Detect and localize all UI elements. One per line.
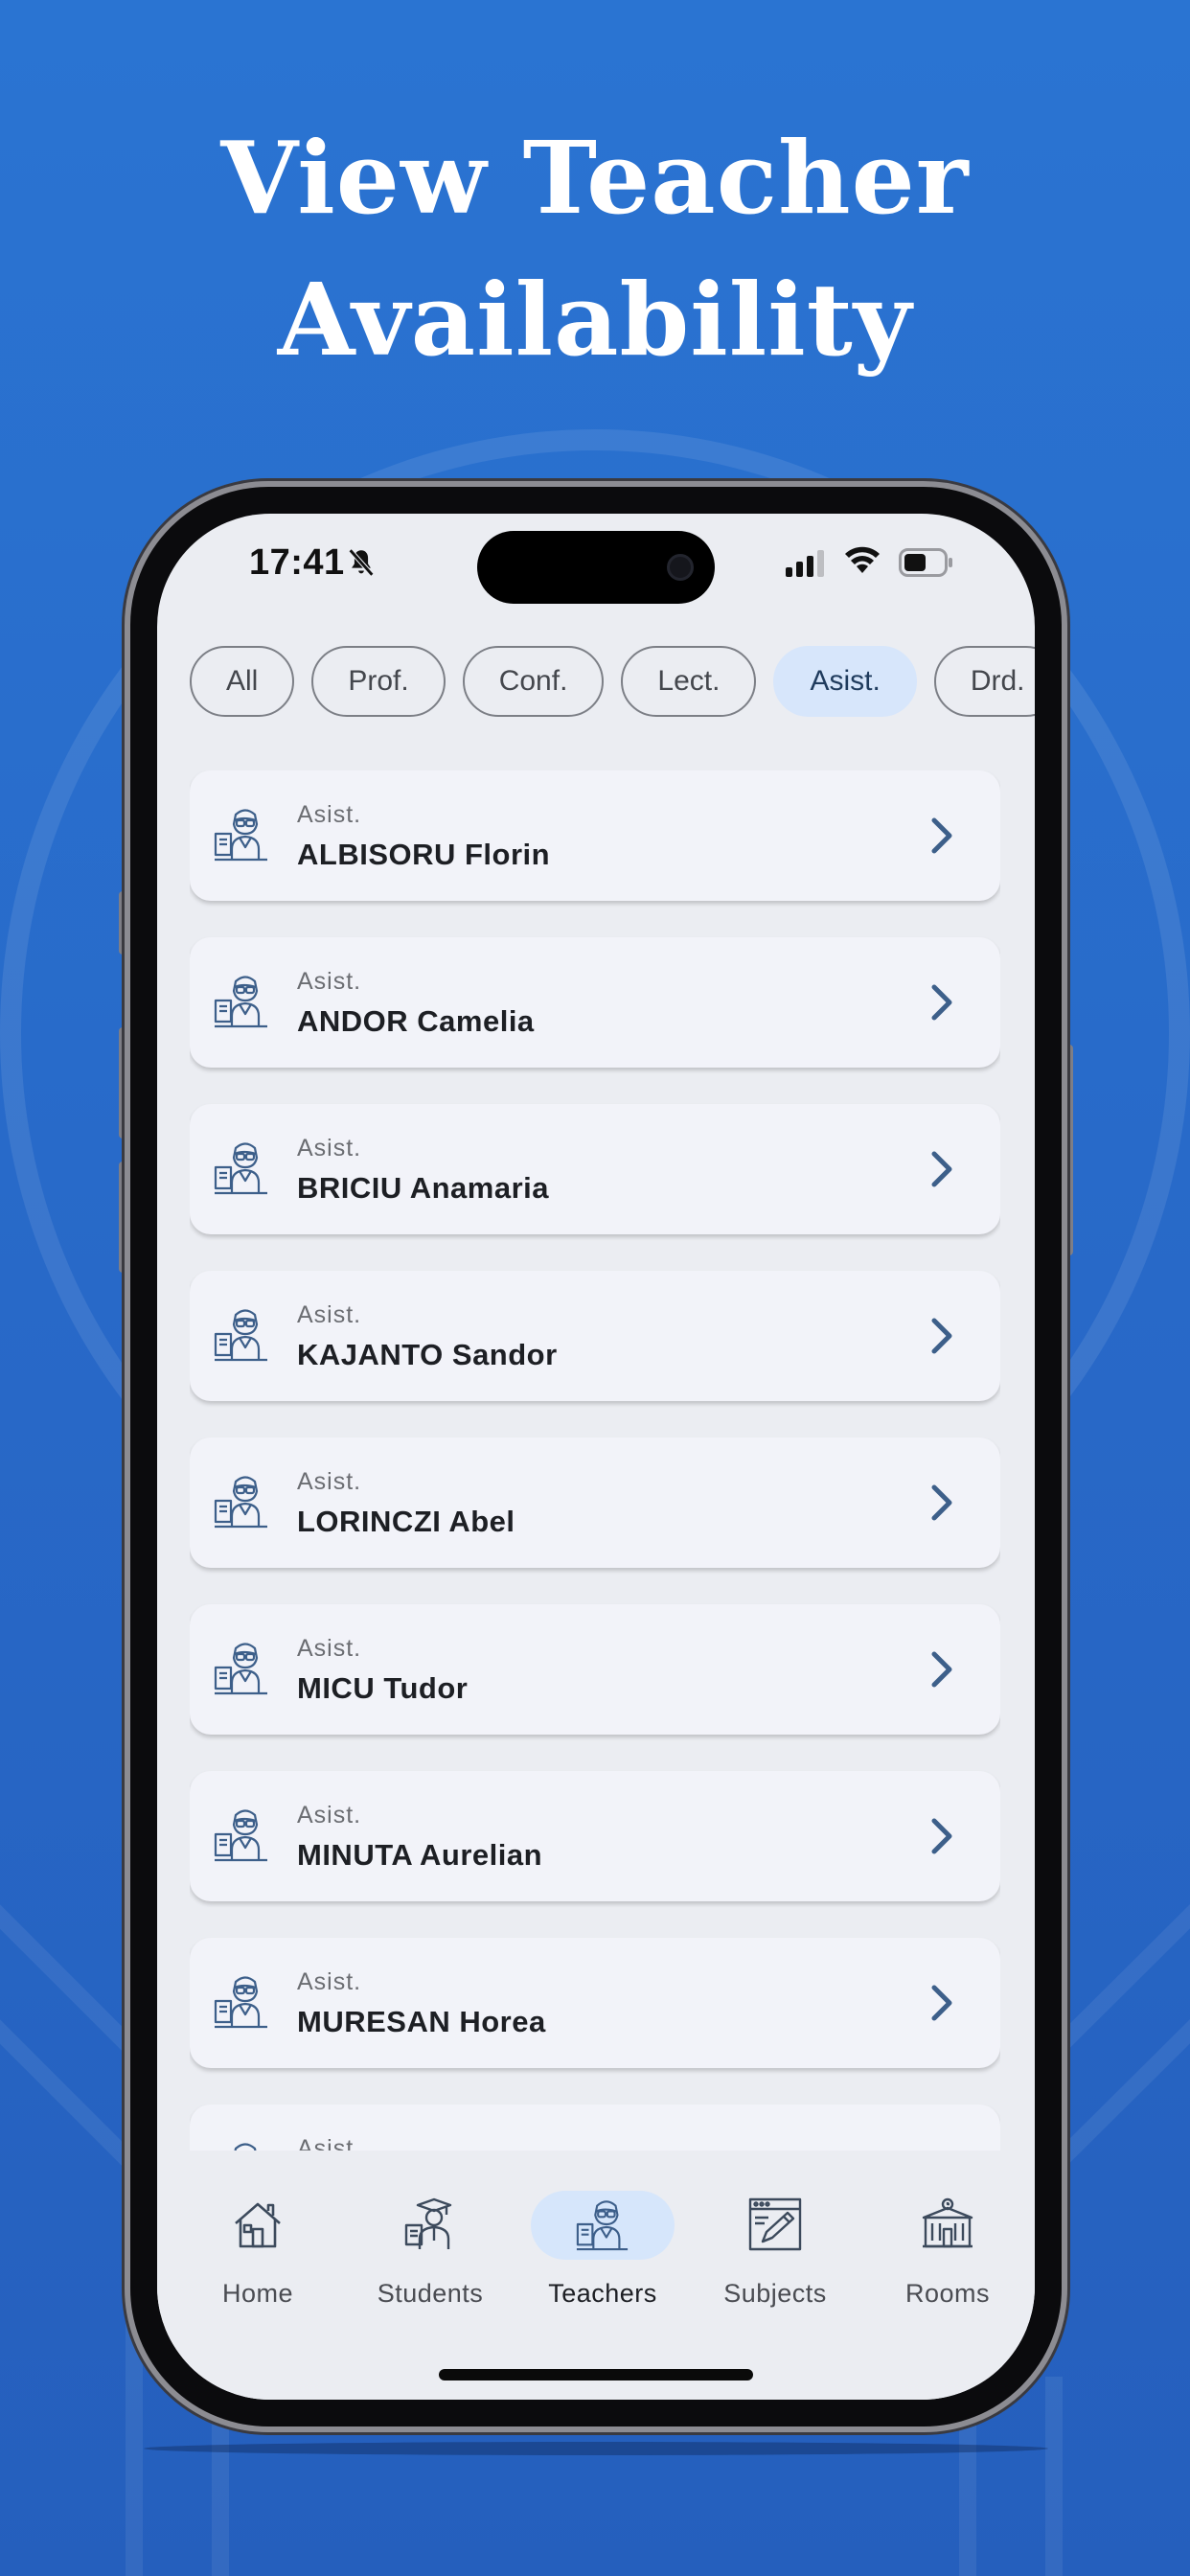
phone-screen: 17:41 AllProf.Conf.Lect.Asist.Drd. — [157, 514, 1035, 2400]
teacher-card[interactable]: Asist. LORINCZI Abel — [190, 1438, 1000, 1568]
nav-subjects-label: Subjects — [723, 2279, 827, 2308]
teacher-title: Asist. — [297, 2135, 362, 2150]
headline-line-2: Availability — [277, 261, 913, 379]
teacher-card[interactable]: Asist. — [190, 2104, 1000, 2150]
teacher-avatar-icon — [213, 809, 269, 862]
nav-teachers[interactable]: Teachers — [502, 2191, 675, 2315]
teacher-card[interactable]: Asist. ALBISORU Florin — [190, 770, 1000, 901]
teacher-avatar-icon — [213, 976, 269, 1028]
teacher-name: MICU Tudor — [297, 1671, 469, 1705]
filter-chip-conf[interactable]: Conf. — [462, 646, 605, 717]
nav-home[interactable]: Home — [157, 2191, 330, 2315]
teacher-card[interactable]: Asist. ANDOR Camelia — [190, 937, 1000, 1068]
silent-bell-icon — [348, 548, 375, 577]
teacher-title: Asist. — [297, 1468, 362, 1495]
teacher-title: Asist. — [297, 1802, 362, 1828]
nav-teachers-label: Teachers — [548, 2279, 657, 2308]
nav-rooms[interactable]: Rooms — [847, 2191, 1019, 2315]
teacher-card[interactable]: Asist. MICU Tudor — [190, 1604, 1000, 1735]
wifi-icon — [845, 546, 880, 573]
teacher-title: Asist. — [297, 1135, 362, 1162]
filter-chip-asist[interactable]: Asist. — [773, 646, 917, 717]
bottom-navigation: Home Students Teachers Subjects Rooms — [157, 2152, 1035, 2400]
nav-students[interactable]: Students — [330, 2191, 502, 2315]
teacher-title: Asist. — [297, 1635, 362, 1662]
chevron-right-icon — [931, 1151, 952, 1187]
chevron-right-icon — [931, 984, 952, 1021]
nav-students-label: Students — [377, 2279, 484, 2308]
teacher-avatar-icon — [213, 1476, 269, 1529]
cellular-signal-icon — [786, 550, 824, 577]
front-camera — [667, 554, 694, 581]
student-icon — [404, 2197, 452, 2249]
teacher-card[interactable]: Asist. BRICIU Anamaria — [190, 1104, 1000, 1234]
status-bar: 17:41 — [157, 514, 1035, 619]
teacher-title: Asist. — [297, 1301, 362, 1328]
nav-rooms-label: Rooms — [904, 2279, 991, 2308]
teacher-avatar-icon — [213, 1309, 269, 1362]
chevron-right-icon — [931, 1651, 952, 1688]
rooms-icon — [922, 2197, 973, 2248]
battery-icon — [899, 548, 952, 577]
teacher-title: Asist. — [297, 1968, 362, 1995]
teacher-avatar-icon — [213, 1976, 269, 2029]
home-indicator[interactable] — [439, 2369, 753, 2380]
filter-chip-all[interactable]: All — [190, 646, 295, 717]
chevron-right-icon — [931, 1985, 952, 2021]
teacher-card[interactable]: Asist. MINUTA Aurelian — [190, 1771, 1000, 1901]
teacher-avatar-icon — [213, 1643, 269, 1695]
home-icon — [235, 2202, 281, 2248]
teacher-name: BRICIU Anamaria — [297, 1171, 550, 1205]
nav-subjects[interactable]: Subjects — [675, 2191, 847, 2315]
teacher-avatar-icon — [213, 1809, 269, 1862]
teacher-title: Asist. — [297, 968, 362, 995]
teacher-name: ANDOR Camelia — [297, 1004, 535, 1038]
filter-chip-prof[interactable]: Prof. — [311, 646, 446, 717]
teacher-avatar-icon — [213, 1142, 269, 1195]
headline: View Teacher Availability — [0, 107, 1190, 391]
phone-shadow — [144, 2442, 1048, 2455]
chevron-right-icon — [931, 817, 952, 854]
filter-chips: All Prof. Conf. Lect. Asist. Drd. — [157, 646, 1035, 723]
chevron-right-icon — [931, 1484, 952, 1521]
teacher-title: Asist. — [297, 801, 362, 828]
status-time: 17:41 — [249, 542, 345, 583]
teacher-name: MINUTA Aurelian — [297, 1838, 543, 1872]
nav-home-label: Home — [221, 2279, 294, 2308]
filter-chip-drd[interactable]: Drd. — [933, 646, 1035, 717]
teacher-avatar-icon — [213, 2143, 269, 2150]
headline-line-1: View Teacher — [220, 119, 970, 237]
teacher-name: LORINCZI Abel — [297, 1505, 515, 1538]
filter-chip-lect[interactable]: Lect. — [621, 646, 757, 717]
teacher-list: Asist. ALBISORU Florin Asist. ANDOR Came… — [190, 770, 1000, 2150]
teacher-name: MURESAN Horea — [297, 2005, 546, 2038]
chevron-right-icon — [931, 1818, 952, 1854]
teacher-card[interactable]: Asist. MURESAN Horea — [190, 1938, 1000, 2068]
teacher-name: KAJANTO Sandor — [297, 1338, 558, 1371]
teacher-icon — [575, 2200, 629, 2251]
chevron-right-icon — [931, 1318, 952, 1354]
teacher-card[interactable]: Asist. KAJANTO Sandor — [190, 1271, 1000, 1401]
subjects-icon — [748, 2197, 802, 2251]
teacher-name: ALBISORU Florin — [297, 838, 551, 871]
dynamic-island — [477, 531, 715, 604]
